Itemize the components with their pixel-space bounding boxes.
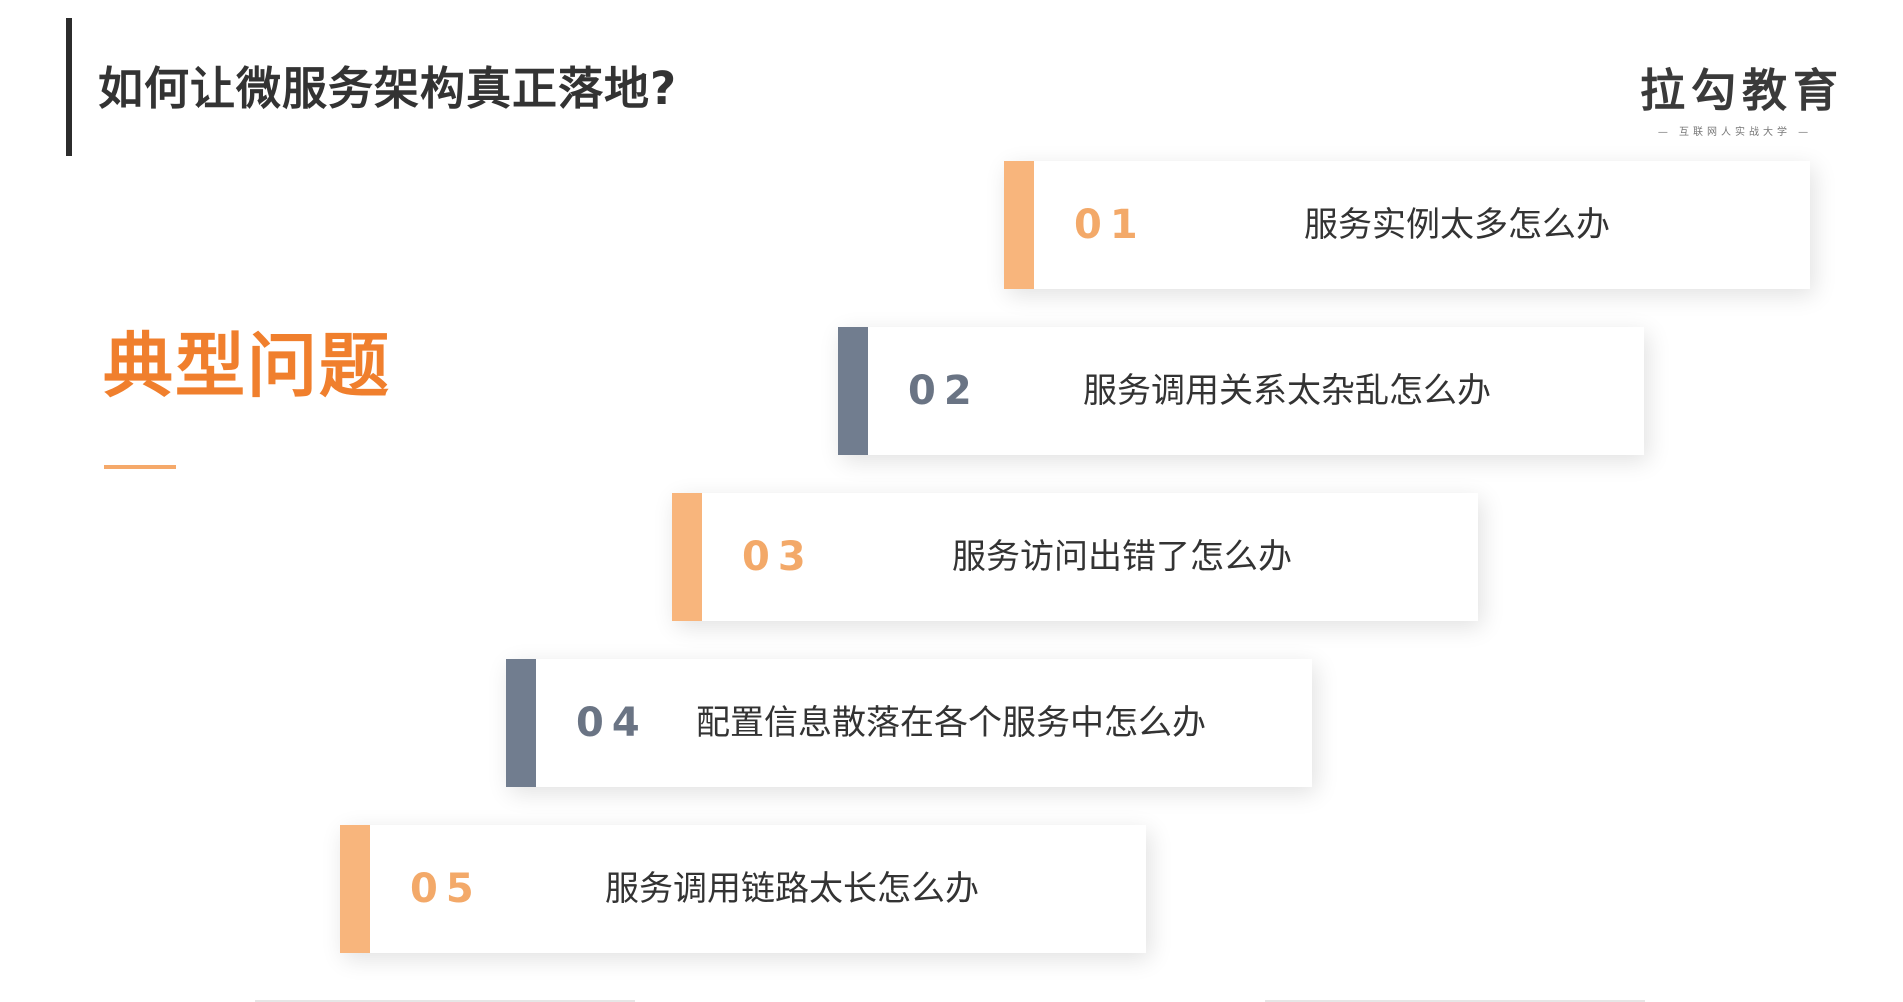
- card-text: 服务实例太多怎么办: [1304, 205, 1610, 245]
- card-accent-bar: [340, 825, 370, 953]
- card-accent-bar: [838, 327, 868, 455]
- logo-tagline: — 互联网人实战大学 —: [1657, 127, 1813, 138]
- brand-logo: 拉勾教育 — 互联网人实战大学 —: [1640, 54, 1845, 138]
- card-accent-bar: [672, 493, 702, 621]
- section-heading: 典型问题: [103, 325, 391, 407]
- card-text: 配置信息散落在各个服务中怎么办: [696, 703, 1206, 743]
- card-accent-bar: [1004, 161, 1034, 289]
- card-text: 服务调用链路太长怎么办: [605, 869, 979, 909]
- page-title: 如何让微服务架构真正落地?: [98, 62, 678, 115]
- card-text: 服务调用关系太杂乱怎么办: [1083, 371, 1491, 411]
- problem-card-4: 04 配置信息散落在各个服务中怎么办: [506, 659, 1312, 787]
- section-underline: [104, 465, 176, 469]
- problem-card-3: 03 服务访问出错了怎么办: [672, 493, 1478, 621]
- card-accent-bar: [506, 659, 536, 787]
- card-number: 04: [576, 700, 648, 746]
- card-number: 05: [410, 866, 482, 912]
- problem-card-1: 01 服务实例太多怎么办: [1004, 161, 1810, 289]
- problem-card-5: 05 服务调用链路太长怎么办: [340, 825, 1146, 953]
- card-text: 服务访问出错了怎么办: [952, 537, 1292, 577]
- card-number: 03: [742, 534, 814, 580]
- logo-main-text: 拉勾教育: [1640, 64, 1845, 117]
- card-number: 02: [908, 368, 980, 414]
- problem-card-2: 02 服务调用关系太杂乱怎么办: [838, 327, 1644, 455]
- card-number: 01: [1074, 202, 1146, 248]
- title-accent-bar: [66, 18, 72, 156]
